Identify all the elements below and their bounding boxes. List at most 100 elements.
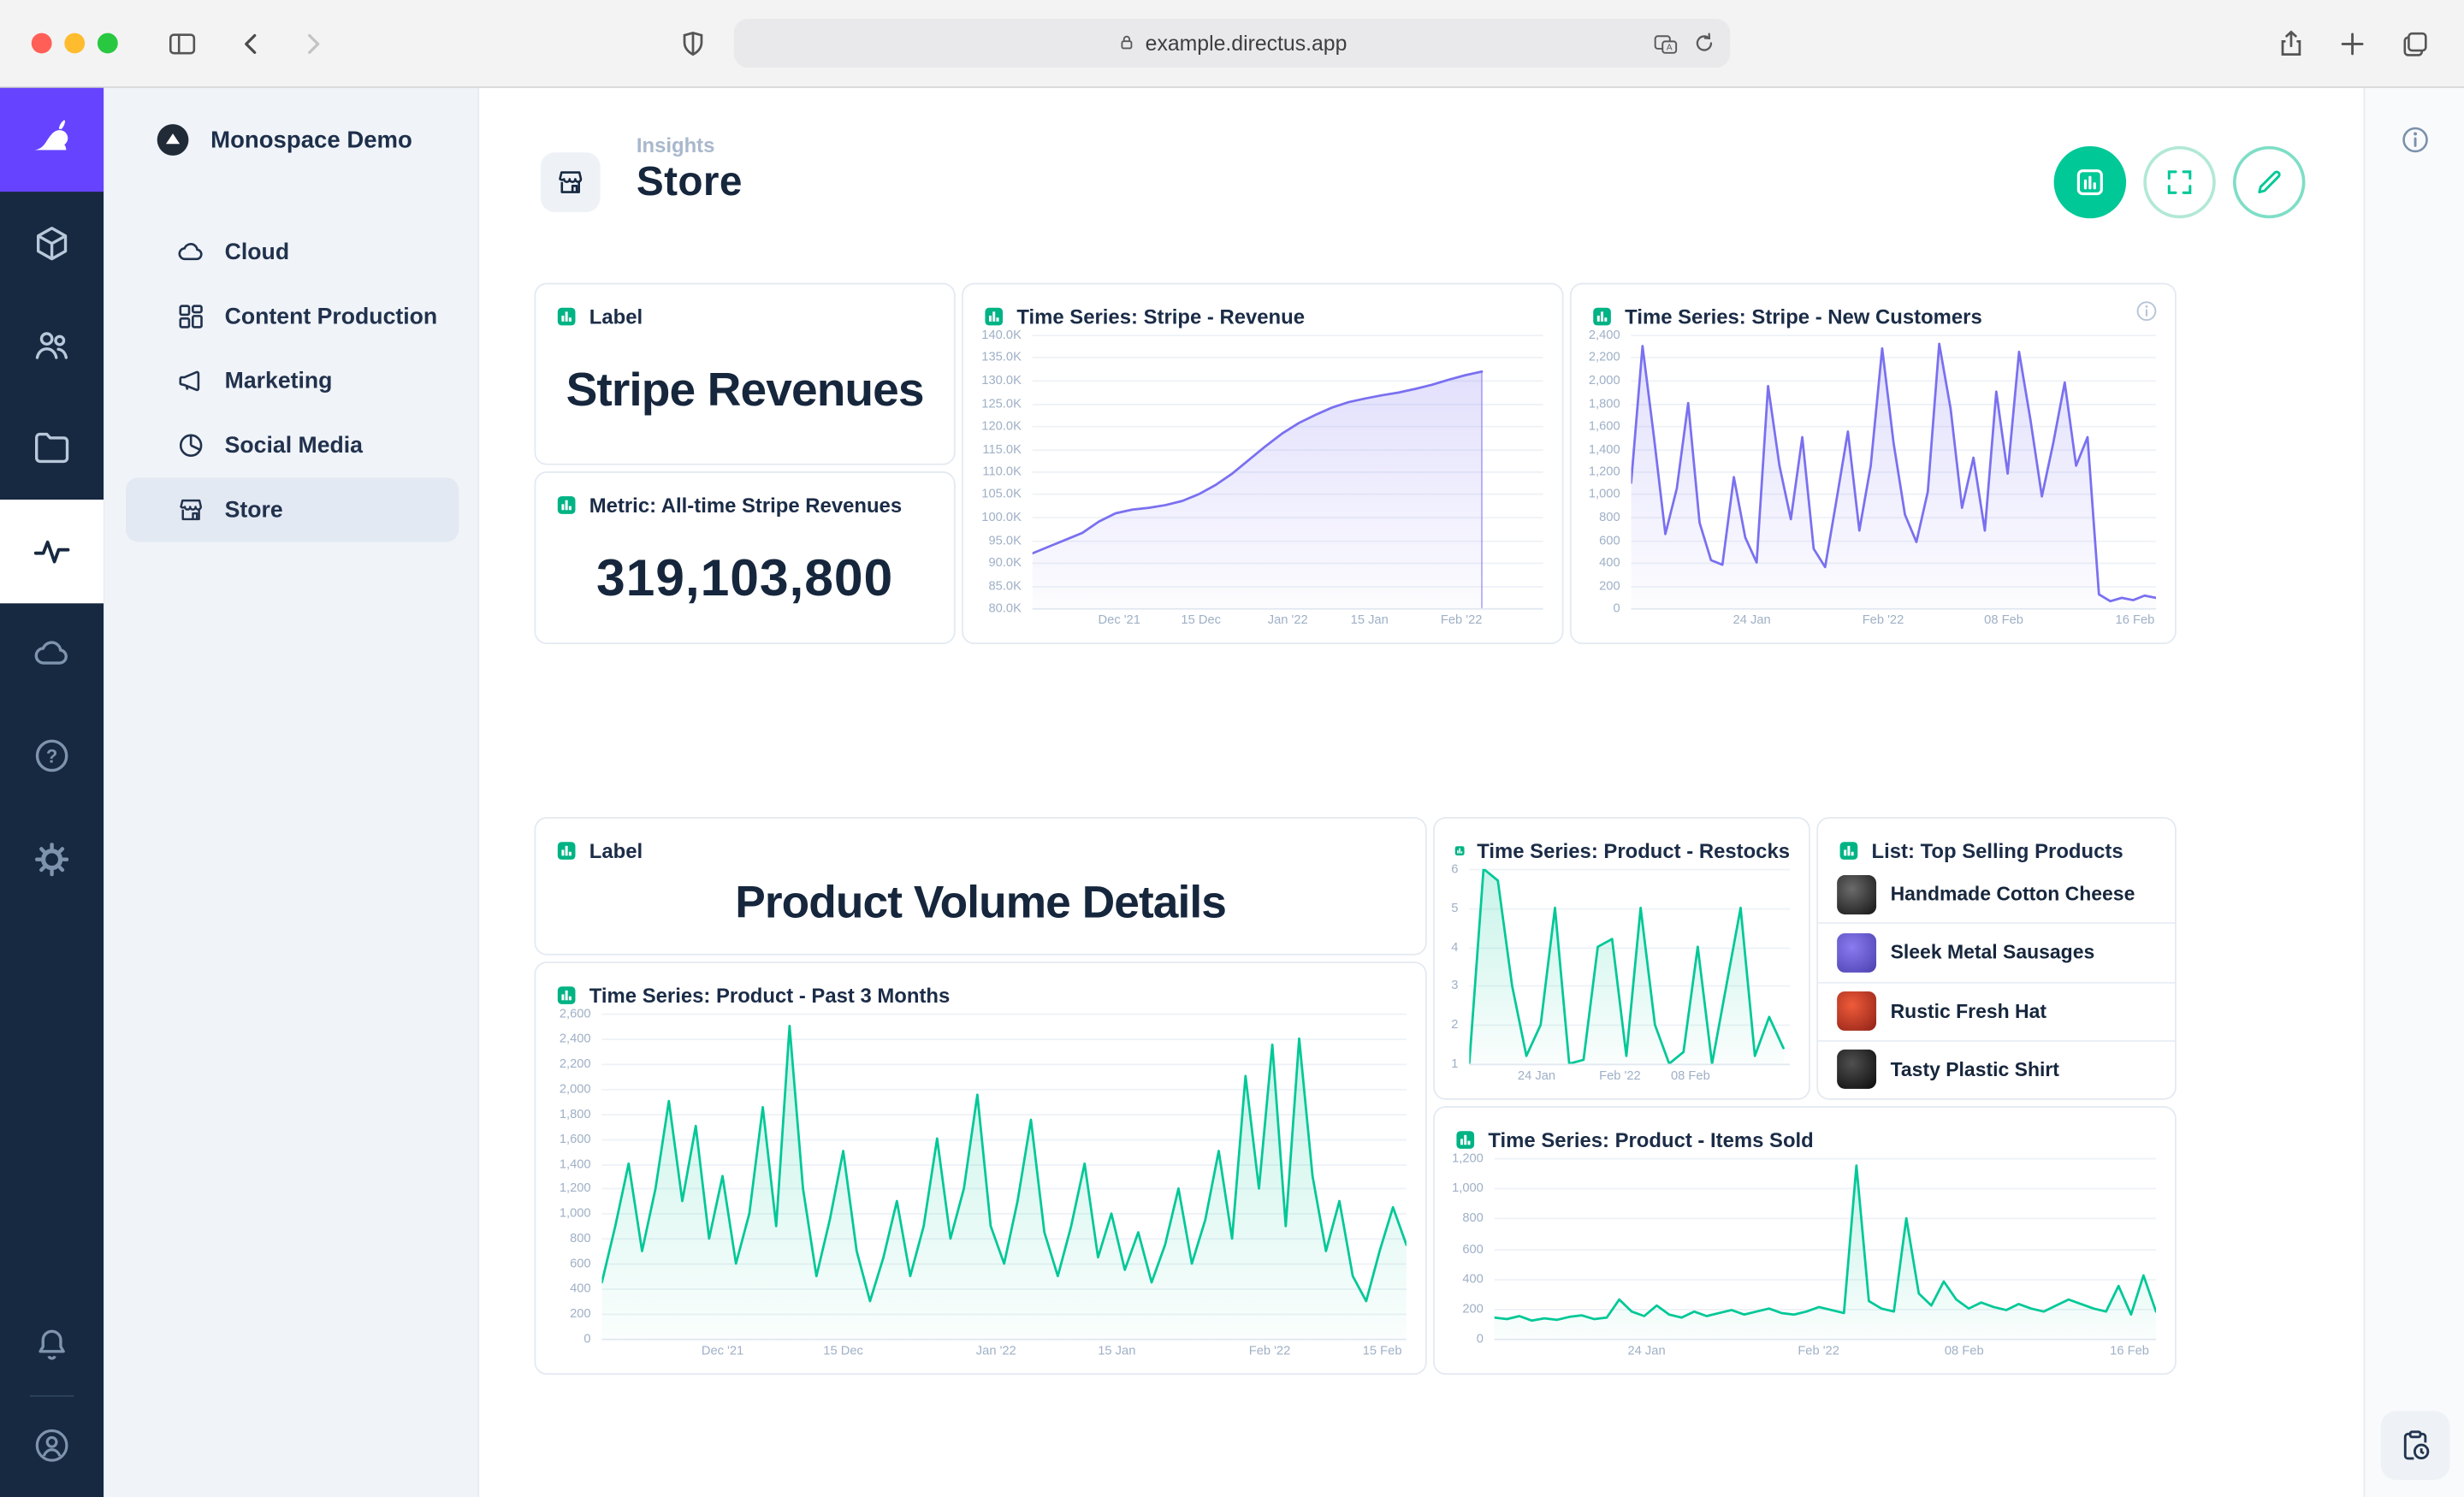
list-item[interactable]: Rustic Fresh Hat (1818, 981, 2175, 1039)
panel-product-restocks[interactable]: Time Series: Product - Restocks 654321 2… (1433, 817, 1810, 1100)
panel-label-product[interactable]: Label Product Volume Details (534, 817, 1426, 956)
series-svg (1469, 869, 1790, 1064)
y-tick-label: 1,600 (1589, 418, 1620, 433)
panel-title: Time Series: Product - Past 3 Months (589, 983, 951, 1007)
label-text: Stripe Revenues (545, 332, 945, 452)
module-content-button[interactable] (32, 223, 73, 264)
product-thumbnail (1837, 933, 1876, 973)
translate-icon[interactable]: A (1653, 33, 1678, 55)
sidebar-item-social-media[interactable]: Social Media (126, 413, 459, 477)
close-button[interactable] (32, 33, 52, 54)
x-tick-label: Feb '22 (1441, 612, 1483, 627)
insights-panel-button[interactable] (2054, 146, 2126, 218)
y-tick-label: 200 (1462, 1301, 1484, 1316)
series-svg (1033, 334, 1543, 608)
y-tick-label: 2,200 (560, 1056, 591, 1071)
list-item[interactable]: Sleek Metal Sausages (1818, 923, 2175, 981)
fullscreen-button[interactable] (2143, 146, 2215, 218)
svg-text:?: ? (46, 745, 57, 766)
sidebar-item-store[interactable]: Store (126, 477, 459, 541)
sidebar-item-content-production[interactable]: Content Production (126, 284, 459, 348)
info-icon[interactable] (2134, 299, 2159, 323)
back-button[interactable] (236, 28, 268, 60)
new-tab-button[interactable] (2337, 28, 2368, 60)
panel-top-selling-products[interactable]: List: Top Selling Products Handmade Cott… (1816, 817, 2177, 1100)
cloud-icon (32, 633, 73, 674)
sidebar-toggle-button[interactable] (167, 28, 198, 60)
list-item[interactable]: Handmade Cotton Cheese (1818, 866, 2175, 923)
panel-title: List: Top Selling Products (1872, 838, 2123, 862)
module-insights-button[interactable] (0, 500, 104, 603)
y-axis: 2,6002,4002,2002,0001,8001,6001,4001,200… (548, 1014, 601, 1339)
store-icon (554, 167, 586, 198)
x-tick-label: 15 Jan (1351, 612, 1389, 627)
module-users-button[interactable] (32, 325, 73, 366)
chart-panel-icon (2073, 165, 2107, 199)
breadcrumb[interactable]: Insights (637, 133, 715, 157)
clipboard-clock-icon (2398, 1429, 2432, 1463)
product-name: Rustic Fresh Hat (1891, 1000, 2046, 1022)
edit-panels-button[interactable] (2233, 146, 2305, 218)
notifications-button[interactable] (32, 1324, 73, 1365)
people-icon (32, 325, 73, 366)
plot-area: 24 JanFeb '2208 Feb (1469, 869, 1790, 1064)
settings-gear-icon (32, 839, 73, 880)
pencil-icon (2254, 167, 2285, 198)
x-tick-label: Feb '22 (1798, 1343, 1839, 1358)
x-tick-label: 15 Dec (1181, 612, 1221, 627)
panel-title: Time Series: Stripe - New Customers (1625, 304, 1982, 328)
module-settings-button[interactable] (32, 839, 73, 880)
y-tick-label: 400 (1462, 1271, 1484, 1286)
panel-header: Time Series: Product - Items Sold (1435, 1108, 2175, 1155)
share-button[interactable] (2276, 28, 2307, 60)
forward-button[interactable] (297, 28, 329, 60)
directus-logo[interactable] (0, 88, 104, 192)
url-text: example.directus.app (1146, 32, 1348, 56)
module-files-button[interactable] (32, 428, 73, 469)
sidebar-item-cloud[interactable]: Cloud (126, 220, 459, 284)
chart-icon (982, 304, 1006, 328)
activity-icon (32, 531, 73, 572)
y-tick-label: 1,400 (1589, 441, 1620, 456)
y-tick-label: 140.0K (981, 328, 1022, 342)
activity-log-button[interactable] (2381, 1411, 2450, 1480)
x-axis: Dec '2115 DecJan '2215 JanFeb '2215 Feb (601, 1343, 1406, 1362)
module-bar: ? (0, 88, 104, 1497)
chart-icon (554, 493, 578, 517)
user-avatar-button[interactable] (32, 1425, 73, 1466)
browser-chrome: example.directus.app A (0, 0, 2464, 88)
panel-stripe-revenue[interactable]: Time Series: Stripe - Revenue 140.0K135.… (962, 283, 1563, 644)
shield-icon[interactable] (678, 28, 709, 60)
panel-title: Metric: All-time Stripe Revenues (589, 493, 902, 517)
y-tick-label: 200 (1599, 578, 1620, 593)
stripe-new-customers-chart: 2,4002,2002,0001,8001,6001,4001,2001,000… (1584, 334, 2156, 608)
y-tick-label: 600 (1462, 1241, 1484, 1256)
module-help-button[interactable]: ? (32, 736, 73, 777)
y-tick-label: 5 (1451, 901, 1458, 915)
project-header[interactable]: Monospace Demo (104, 88, 479, 192)
y-tick-label: 1,400 (560, 1157, 591, 1171)
panel-label-stripe[interactable]: Label Stripe Revenues (534, 283, 955, 465)
zoom-button[interactable] (98, 33, 118, 54)
panel-metric-stripe-revenues[interactable]: Metric: All-time Stripe Revenues 319,103… (534, 471, 955, 644)
panel-header: Label (536, 284, 954, 331)
panel-product-past-3-months[interactable]: Time Series: Product - Past 3 Months 2,6… (534, 962, 1426, 1375)
panel-header: Metric: All-time Stripe Revenues (536, 473, 954, 520)
x-tick-label: 08 Feb (1671, 1068, 1710, 1083)
list-item[interactable]: Tasty Plastic Shirt (1818, 1039, 2175, 1098)
y-tick-label: 120.0K (981, 418, 1022, 433)
info-button[interactable] (2400, 124, 2431, 156)
sidebar-item-marketing[interactable]: Marketing (126, 349, 459, 413)
tabs-overview-button[interactable] (2400, 28, 2431, 60)
panel-product-items-sold[interactable]: Time Series: Product - Items Sold 1,2001… (1433, 1106, 2177, 1375)
minimize-button[interactable] (64, 33, 85, 54)
panel-stripe-new-customers[interactable]: Time Series: Stripe - New Customers 2,40… (1570, 283, 2177, 644)
module-cloud-button[interactable] (32, 633, 73, 674)
product-past-3-months-chart: 2,6002,4002,2002,0001,8001,6001,4001,200… (548, 1014, 1407, 1339)
y-tick-label: 2,000 (560, 1081, 591, 1096)
reload-button[interactable] (1692, 32, 1716, 56)
x-axis: Dec '2115 DecJan '2215 JanFeb '22 (1033, 612, 1543, 631)
plot-area: 24 JanFeb '2208 Feb16 Feb (1632, 334, 2156, 608)
address-bar[interactable]: example.directus.app A (734, 19, 1730, 68)
avatar-icon (32, 1425, 73, 1466)
